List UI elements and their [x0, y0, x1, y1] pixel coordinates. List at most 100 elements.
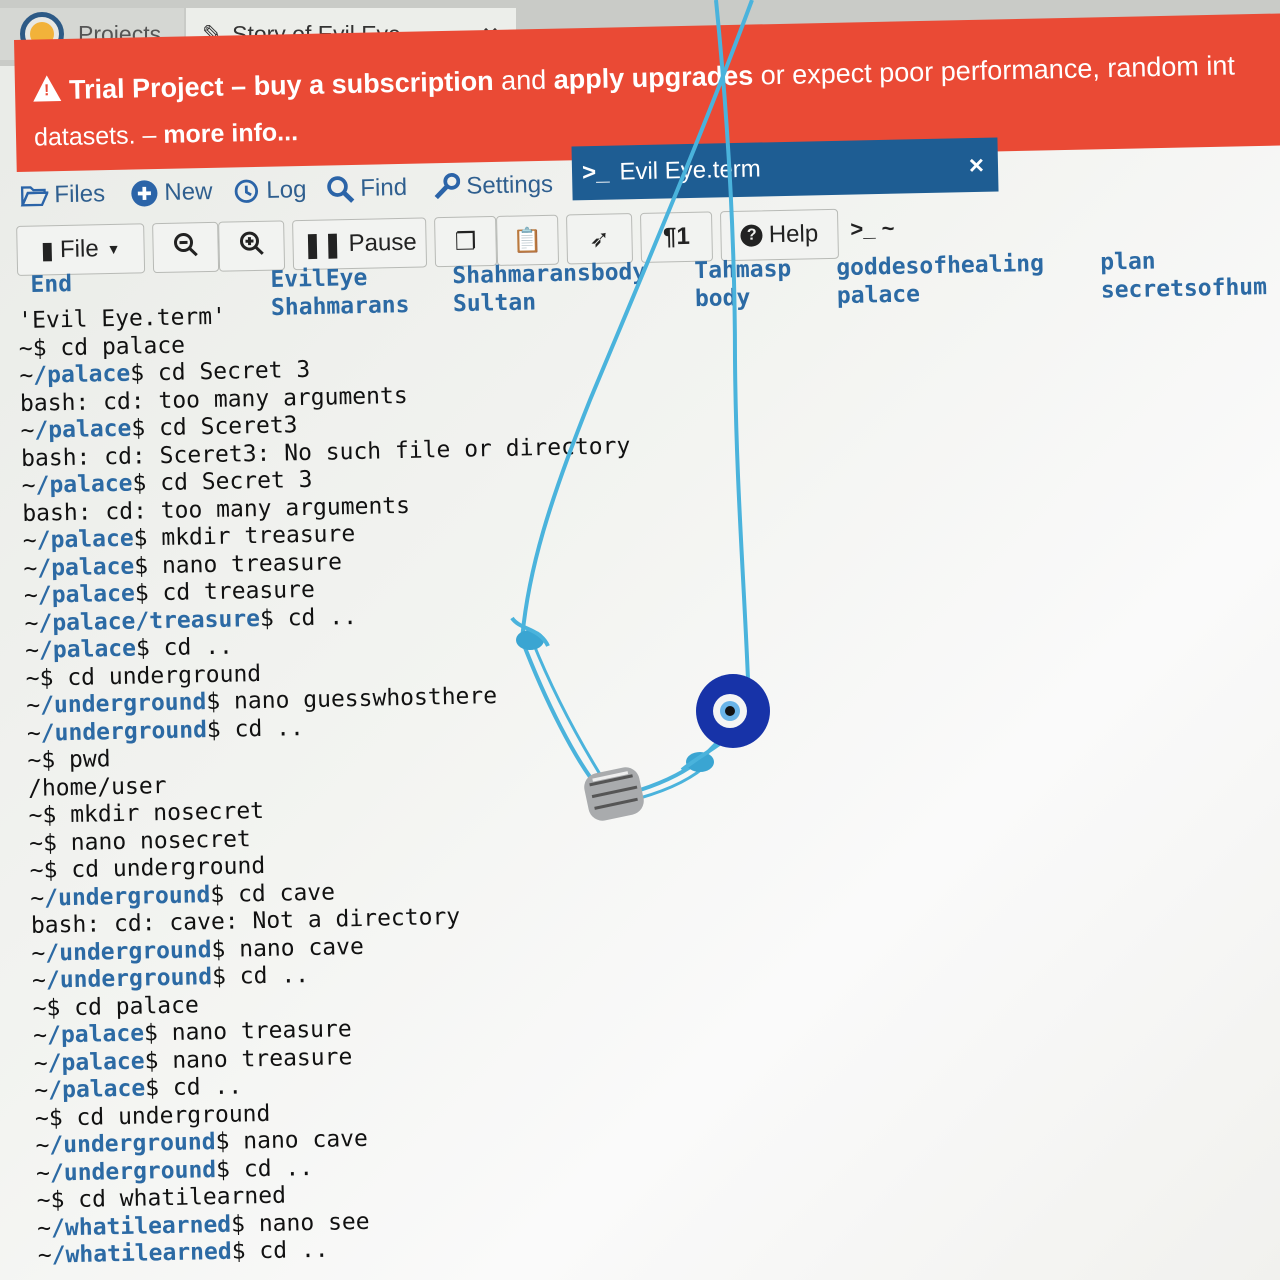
buy-subscription-link[interactable]: buy a subscription: [253, 66, 494, 101]
terminal-text: cd palace: [46, 332, 186, 361]
terminal-text: nano nosecret: [56, 825, 252, 856]
terminal-text: cd palace: [60, 991, 200, 1021]
caret-down-icon: ▼: [106, 240, 121, 258]
terminal-text: cd underground: [53, 660, 262, 691]
terminal-text: cd treasure: [148, 576, 316, 607]
terminal-text: cd Secret 3: [143, 356, 311, 387]
banner-and: and: [493, 64, 554, 96]
terminal-prompt: ~/palace$: [33, 1047, 159, 1077]
terminal-text: cd ..: [229, 1154, 314, 1183]
banner-line2: datasets. –: [33, 120, 164, 152]
terminal-text: cd Secret 3: [146, 466, 313, 497]
terminal-prompt: ~/palace$: [34, 1075, 160, 1104]
terminal-prompt: ~$: [28, 829, 58, 857]
question-circle-icon: ?: [740, 224, 764, 247]
file-code-icon: ¶1: [662, 222, 691, 251]
terminal-text: mkdir treasure: [147, 520, 356, 552]
terminal-prompt: ~/palace$: [22, 525, 148, 554]
terminal-text: nano treasure: [157, 1016, 352, 1047]
terminal-text: cd ..: [220, 714, 305, 743]
settings-label: Settings: [466, 170, 554, 200]
photo-of-screen: Projects ✎ Story of Evil Eye × Trial Pro…: [0, 0, 1280, 1280]
terminal-prompt: ~$: [29, 857, 58, 884]
tab-evil-eye-term[interactable]: >_ Evil Eye.term ×: [571, 137, 999, 201]
find-button[interactable]: Find: [326, 174, 407, 204]
banner-rest: or expect poor performance, random int: [752, 50, 1236, 91]
terminal-text: cd ..: [245, 1236, 329, 1265]
terminal-prompt: ~$: [32, 994, 61, 1022]
terminal-prompt: ~$: [27, 747, 56, 774]
terminal-prompt: ~/underground$: [26, 688, 221, 719]
terminal-prompt: ~/palace/treasure$: [24, 605, 275, 637]
terminal-cwd: >_ ~: [850, 215, 895, 242]
more-info-link[interactable]: more info...: [163, 118, 298, 149]
history-icon: [232, 177, 261, 206]
ls-item: Shahmaransbody: [452, 259, 647, 290]
terminal-text: nano cave: [225, 933, 365, 963]
ls-item: goddesofhealing: [836, 250, 1045, 282]
close-icon[interactable]: ×: [968, 149, 984, 180]
terminal-text: 'Evil Eye.term': [18, 303, 227, 334]
terminal-prompt: ~/palace$: [20, 415, 146, 444]
terminal-prompt: ~/palace$: [23, 580, 149, 609]
banner-trial: Trial Project: [68, 71, 224, 105]
terminal-text: cd ..: [158, 1073, 243, 1102]
terminal-prompt: ~/palace$: [32, 1020, 159, 1049]
terminal-prompt: ~/palace$: [21, 470, 147, 499]
terminal-text: cd underground: [57, 852, 266, 884]
terminal-prompt: ~/underground$: [30, 881, 225, 912]
terminal-text: nano treasure: [147, 548, 343, 579]
terminal-prompt: ~/palace$: [23, 552, 149, 582]
terminal-prompt: ~/palace$: [24, 635, 151, 664]
terminal-prompt: ~/underground$: [31, 936, 226, 967]
terminal-text: nano cave: [229, 1125, 369, 1155]
apply-upgrades-link[interactable]: apply upgrades: [553, 61, 753, 95]
settings-button[interactable]: Settings: [432, 171, 553, 202]
terminal-text: nano guesswhosthere: [219, 683, 498, 715]
terminal-prompt: ~/palace$: [19, 360, 145, 389]
ls-item: End: [30, 271, 73, 298]
ls-item: EvilEye: [270, 264, 368, 293]
terminal-text: cd ..: [273, 603, 358, 632]
terminal-prompt: ~$: [28, 802, 57, 829]
terminal-prompt: ~$: [25, 664, 54, 692]
terminal-prompt: ~/underground$: [26, 716, 222, 747]
terminal-text: cd cave: [223, 878, 336, 908]
terminal-output[interactable]: 'Evil Eye.term' ~$ cd palace ~/palace$ cd …: [18, 283, 1238, 1270]
terminal-text: cd underground: [62, 1100, 271, 1131]
terminal-text: cd whatilearned: [64, 1182, 287, 1214]
log-label: Log: [266, 176, 307, 204]
new-label: New: [164, 177, 213, 206]
terminal-text: nano see: [244, 1208, 370, 1237]
terminal-prompt: ~/whatilearned$: [37, 1238, 246, 1269]
terminal-prompt: ~$: [34, 1104, 63, 1132]
terminal-text: cd ..: [149, 633, 234, 662]
terminal-text: cd ..: [225, 962, 310, 990]
folder-open-icon: [20, 181, 49, 210]
terminal-icon: >_: [581, 158, 610, 187]
new-button[interactable]: New: [130, 178, 213, 208]
banner-dash: –: [223, 70, 254, 102]
ls-item: Tahmasp: [694, 256, 792, 285]
search-icon: [326, 175, 355, 204]
plus-circle-icon: [130, 179, 159, 208]
terminal-prompt: ~$: [18, 334, 47, 362]
find-label: Find: [360, 173, 408, 202]
files-label: Files: [54, 180, 106, 209]
terminal-text: mkdir nosecret: [56, 797, 265, 829]
terminal-text: /home/user: [27, 772, 167, 802]
ls-item: plan: [1099, 248, 1156, 276]
terminal-prompt: ~/whatilearned$: [37, 1210, 246, 1242]
terminal-prompt: ~/underground$: [35, 1156, 231, 1187]
terminal-prompt: ~/underground$: [31, 963, 227, 994]
terminal-text: pwd: [54, 746, 111, 774]
files-button[interactable]: Files: [20, 180, 105, 210]
terminal-text: cd Sceret3: [144, 412, 298, 442]
terminal-text: nano treasure: [158, 1043, 353, 1074]
terminal-prompt: ~$: [36, 1187, 65, 1214]
log-button[interactable]: Log: [232, 176, 307, 206]
terminal-prompt: ~/underground$: [35, 1128, 230, 1159]
term-tab-label: Evil Eye.term: [619, 155, 762, 186]
warning-icon: [32, 75, 62, 102]
wrench-icon: [432, 172, 461, 202]
